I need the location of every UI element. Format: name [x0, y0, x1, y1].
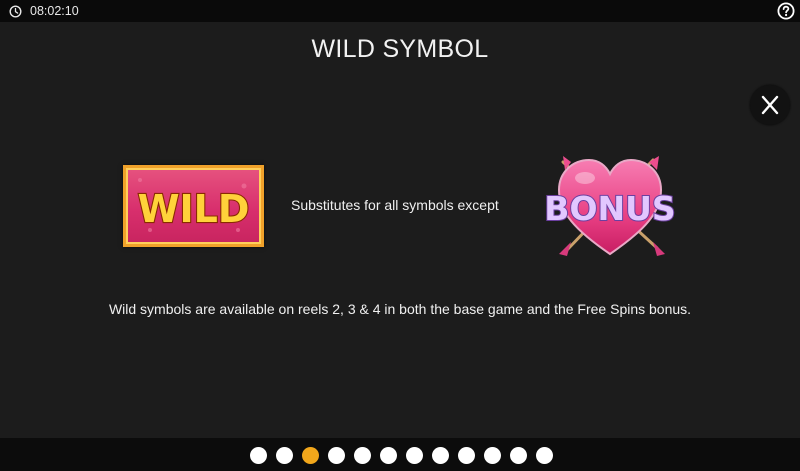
- pagination-dot-active[interactable]: [302, 447, 319, 464]
- close-button[interactable]: [750, 85, 790, 125]
- pagination-dot[interactable]: [328, 447, 345, 464]
- clock-time: 08:02:10: [30, 4, 79, 18]
- pagination-dot[interactable]: [484, 447, 501, 464]
- pagination-dot[interactable]: [536, 447, 553, 464]
- pagination-dot[interactable]: [432, 447, 449, 464]
- page-title: WILD SYMBOL: [311, 35, 489, 63]
- help-icon[interactable]: [777, 2, 795, 20]
- bonus-symbol-label: BONUS: [544, 189, 675, 228]
- pagination-dot[interactable]: [276, 447, 293, 464]
- pagination-dot[interactable]: [250, 447, 267, 464]
- pagination-dot[interactable]: [354, 447, 371, 464]
- bonus-symbol-icon: BONUS: [543, 156, 677, 256]
- pagination-dot[interactable]: [380, 447, 397, 464]
- pagination-dot[interactable]: [510, 447, 527, 464]
- status-bar: 08:02:10: [0, 0, 800, 22]
- pagination-dot[interactable]: [458, 447, 475, 464]
- close-icon: [761, 95, 779, 115]
- wild-symbol-art: WILD: [136, 178, 251, 232]
- pagination-dots: [250, 447, 553, 464]
- wild-symbol-tile: WILD: [123, 165, 264, 247]
- wild-symbol-label: WILD: [138, 187, 250, 231]
- pagination-dot[interactable]: [406, 447, 423, 464]
- clock-icon: [9, 5, 22, 18]
- wild-description: Wild symbols are available on reels 2, 3…: [108, 301, 692, 317]
- substitutes-text: Substitutes for all symbols except: [291, 197, 499, 213]
